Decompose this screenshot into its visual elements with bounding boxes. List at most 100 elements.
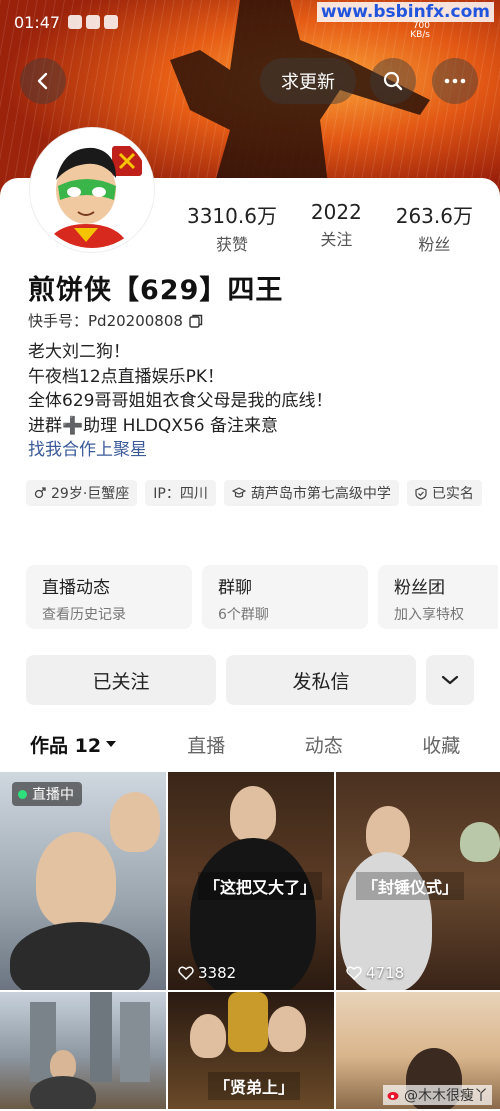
stat-label: 获赞 — [215, 235, 248, 254]
bio-line: 全体629哥哥姐姐衣食父母是我的底线！ — [28, 391, 333, 411]
search-button[interactable] — [370, 58, 416, 104]
content-tabs: 作品 12 直播 动态 收藏 — [0, 722, 500, 766]
video-caption: 「这把又大了」 — [198, 872, 323, 900]
weibo-watermark-text: @木木很瘦丫 — [404, 1088, 488, 1104]
request-update-button[interactable]: 求更新 — [260, 58, 356, 104]
watermark-url: www.bsbinfx.com — [316, 2, 494, 22]
app-notification-icon — [104, 15, 119, 29]
cartoon-hero-avatar-image — [34, 132, 150, 248]
caret-down-icon — [106, 741, 117, 747]
expand-button[interactable] — [426, 655, 474, 705]
person-silhouette — [268, 1006, 306, 1052]
person-silhouette — [36, 832, 116, 928]
building-silhouette — [120, 1002, 150, 1082]
profile-tags: 29岁·巨蟹座 IP：四川 葫芦岛市第七高级中学 已实名 — [26, 480, 486, 506]
like-count-value: 4718 — [366, 964, 405, 982]
status-time: 01:47 — [14, 12, 61, 32]
tab-works[interactable]: 作品 12 — [0, 722, 148, 766]
tag-label: 已实名 — [431, 486, 474, 502]
following-button[interactable]: 已关注 — [26, 655, 216, 705]
person-silhouette — [10, 922, 150, 990]
feature-title: 群聊 — [218, 578, 252, 598]
app-notification-icon — [86, 15, 101, 29]
bio-line: 进群➕助理 HLDQX56 备注来意 — [28, 415, 278, 436]
stat-value: 3310.6万 — [186, 204, 277, 228]
profile-actions: 已关注 发私信 — [26, 655, 474, 705]
fan-club-card[interactable]: 粉丝团 加入享特权 — [378, 565, 498, 629]
shield-check-icon — [415, 486, 427, 500]
like-count: 3382 — [178, 964, 236, 982]
profile-bio: 老大刘二狗！ 午夜档12点直播娱乐PK！ 全体629哥哥姐姐衣食父母是我的底线！… — [28, 340, 332, 463]
more-options-button[interactable] — [432, 58, 478, 104]
person-silhouette — [190, 1014, 226, 1058]
stat-value: 2022 — [310, 200, 362, 224]
send-message-button[interactable]: 发私信 — [226, 655, 416, 705]
copy-icon[interactable] — [189, 314, 203, 328]
male-icon — [34, 487, 46, 499]
school-cap-icon — [231, 487, 246, 498]
chevron-down-icon — [441, 675, 459, 685]
stat-value: 263.6万 — [395, 204, 473, 228]
video-thumbnail[interactable] — [0, 992, 166, 1109]
tag-label: IP：四川 — [153, 486, 208, 502]
video-caption: 「封锤仪式」 — [356, 872, 465, 900]
kuaishou-id-row[interactable]: 快手号：Pd20200808 — [28, 310, 203, 331]
feature-subtitle: 加入享特权 — [394, 607, 464, 623]
person-silhouette — [230, 786, 276, 842]
kuaishou-id: 快手号：Pd20200808 — [28, 312, 183, 330]
back-button[interactable] — [20, 58, 66, 104]
video-thumbnail[interactable]: 「贤弟上」 — [168, 992, 334, 1109]
video-thumbnail[interactable]: 直播中 — [0, 772, 166, 990]
search-icon — [383, 71, 403, 91]
building-silhouette — [90, 992, 112, 1082]
video-thumbnail[interactable]: 「这把又大了」 3382 — [168, 772, 334, 990]
stat-followers[interactable]: 263.6万 粉丝 — [396, 200, 473, 255]
cooperation-link[interactable]: 找我合作上聚星 — [28, 438, 332, 463]
feature-subtitle: 查看历史记录 — [42, 607, 126, 623]
heart-icon — [346, 966, 362, 980]
tab-label: 作品 12 — [30, 734, 102, 757]
feature-title: 粉丝团 — [394, 578, 445, 598]
person-silhouette — [110, 792, 160, 852]
avatar[interactable] — [30, 128, 154, 252]
tag-verified: 已实名 — [406, 480, 482, 506]
tag-label: 葫芦岛市第七高级中学 — [250, 486, 391, 502]
profile-stats: 3310.6万 获赞 2022 关注 263.6万 粉丝 — [170, 200, 490, 255]
live-history-card[interactable]: 直播动态 查看历史记录 — [26, 565, 192, 629]
tag-label: 29岁·巨蟹座 — [51, 486, 130, 502]
tab-moments[interactable]: 动态 — [265, 722, 383, 766]
stat-likes[interactable]: 3310.6万 获赞 — [187, 200, 277, 255]
heart-icon — [178, 966, 194, 980]
live-badge-label: 直播中 — [32, 787, 74, 803]
like-count-value: 3382 — [198, 964, 237, 982]
weibo-icon — [387, 1092, 399, 1100]
live-dot-icon — [18, 789, 27, 799]
bio-line: 午夜档12点直播娱乐PK！ — [28, 366, 225, 387]
app-notification-icon — [68, 15, 83, 29]
stat-label: 关注 — [320, 230, 353, 249]
tag-ip-location: IP：四川 — [145, 480, 216, 506]
more-dots-icon — [444, 78, 466, 84]
back-arrow-icon — [37, 72, 48, 90]
feature-shortcuts: 直播动态 查看历史记录 群聊 6个群聊 粉丝团 加入享特权 — [26, 565, 500, 629]
tag-age-zodiac: 29岁·巨蟹座 — [26, 480, 138, 506]
golden-statue-decoration — [228, 992, 268, 1052]
bio-line: 老大刘二狗！ — [28, 342, 130, 362]
video-grid: 直播中 「这把又大了」 3382 「封锤仪式」 4718 「贤弟上」 @木木很瘦… — [0, 772, 500, 1109]
network-speed: 700 KB/s — [410, 22, 430, 40]
video-thumbnail[interactable]: @木木很瘦丫 — [336, 992, 500, 1109]
live-badge: 直播中 — [12, 782, 82, 806]
weibo-watermark: @木木很瘦丫 — [383, 1085, 492, 1105]
video-caption: 「贤弟上」 — [208, 1072, 301, 1100]
tag-school[interactable]: 葫芦岛市第七高级中学 — [223, 480, 399, 506]
feature-subtitle: 6个群聊 — [218, 607, 269, 623]
status-notification-icons — [68, 15, 119, 29]
tab-live[interactable]: 直播 — [148, 722, 266, 766]
tab-favorites[interactable]: 收藏 — [383, 722, 500, 766]
stat-following[interactable]: 2022 关注 — [311, 200, 362, 255]
video-thumbnail[interactable]: 「封锤仪式」 4718 — [336, 772, 500, 990]
person-silhouette — [460, 822, 500, 862]
network-speed-unit: KB/s — [410, 30, 430, 40]
group-chat-card[interactable]: 群聊 6个群聊 — [202, 565, 368, 629]
profile-name: 煎饼侠【629】四王 — [28, 275, 284, 306]
